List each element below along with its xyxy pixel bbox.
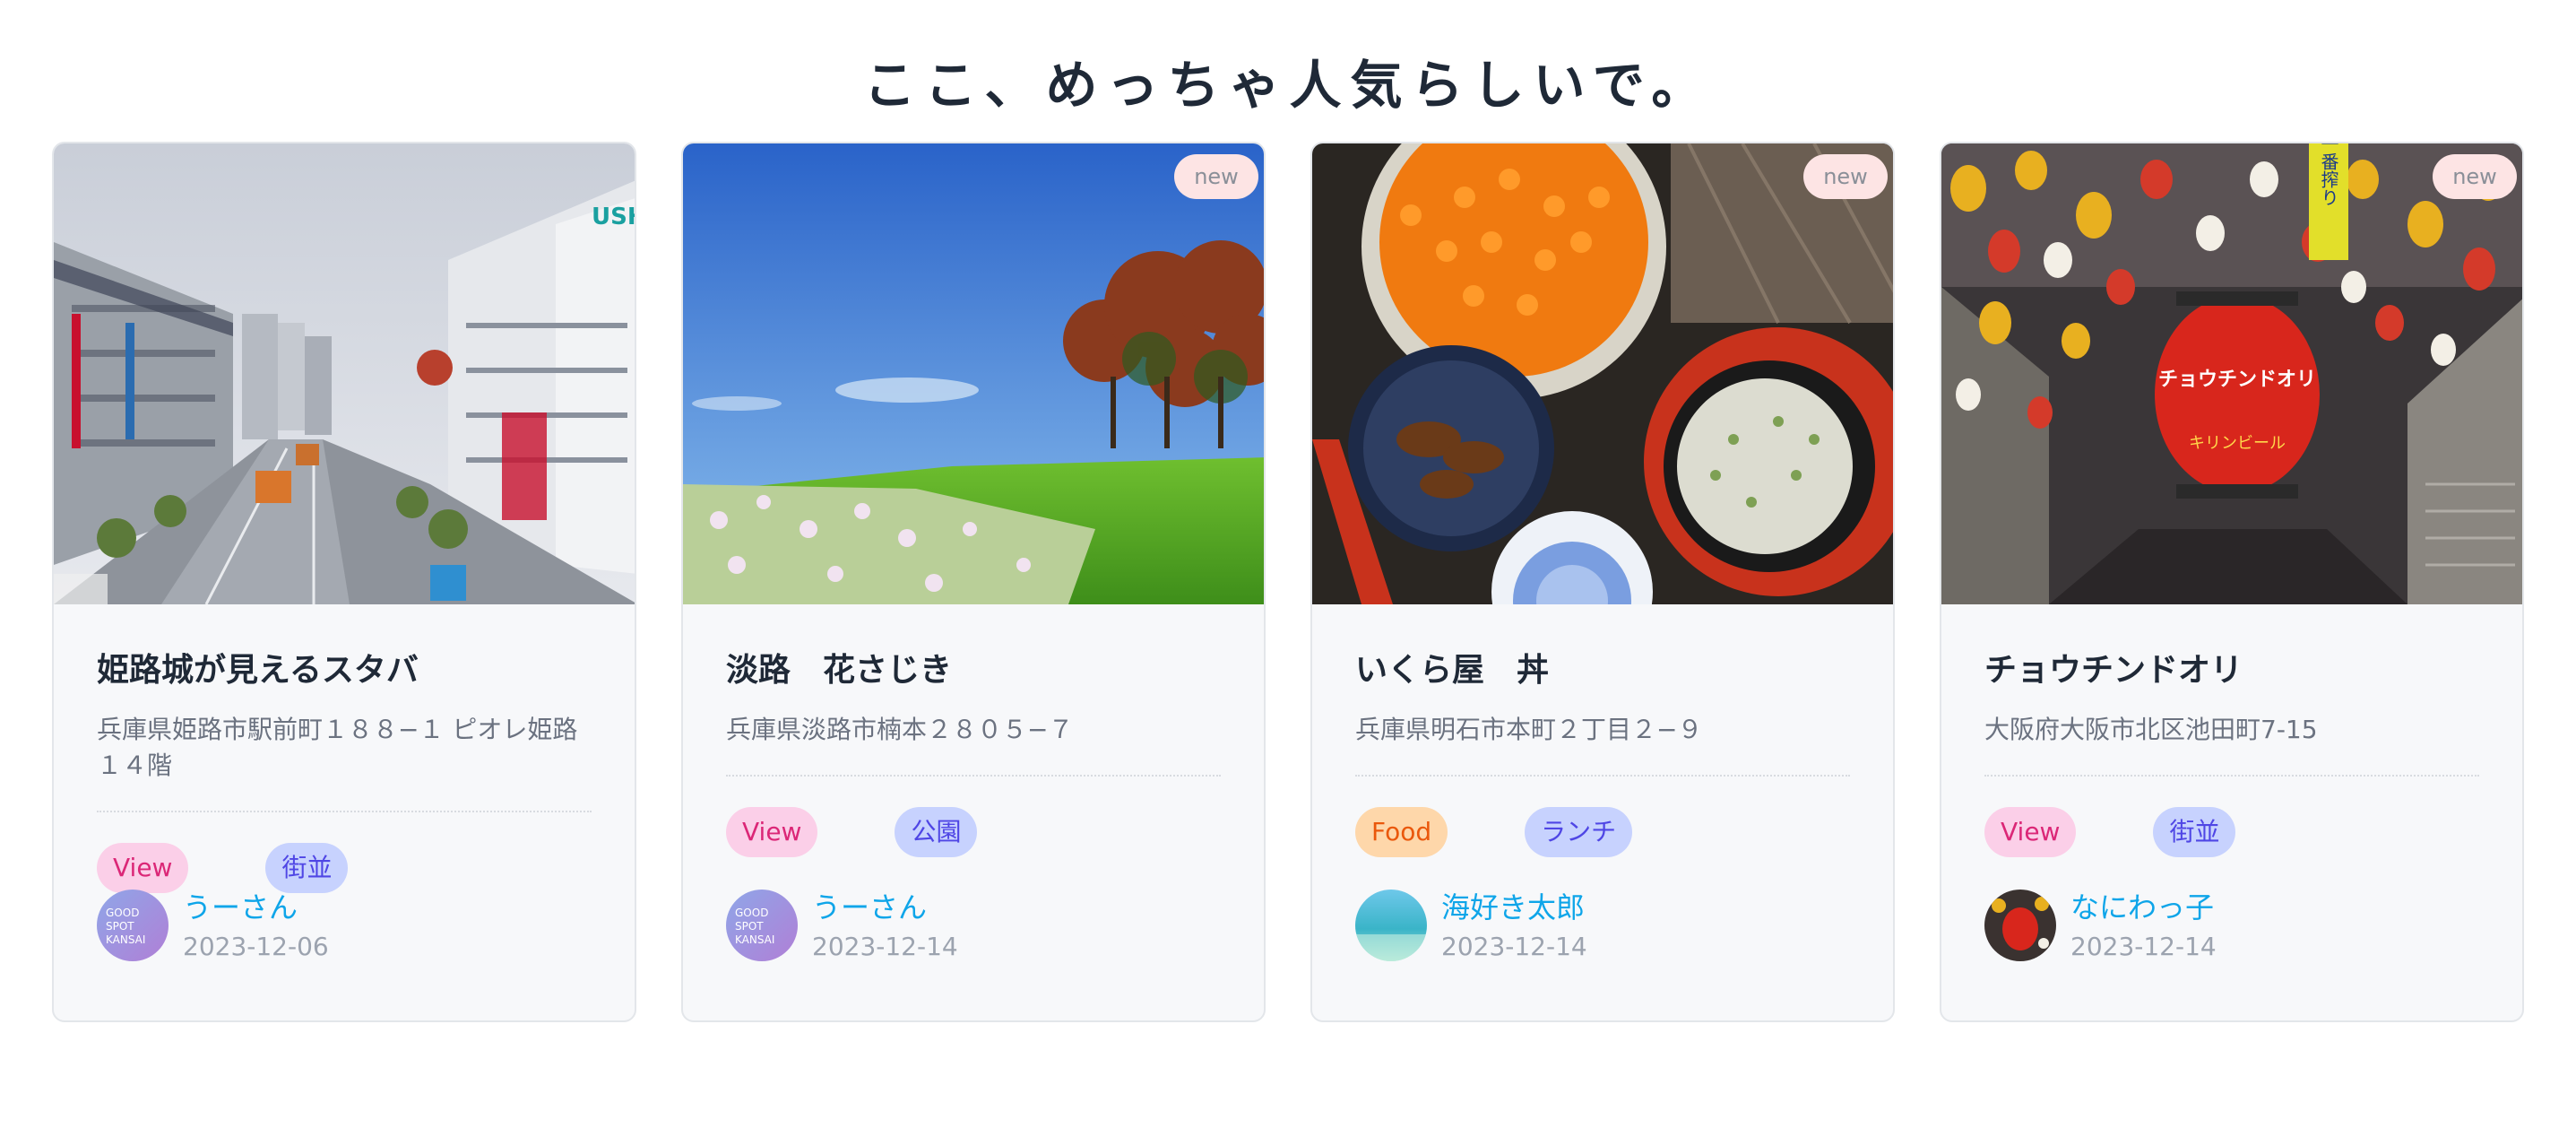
lantern-avatar: [1984, 890, 2056, 961]
spot-address: 兵庫県淡路市楠本２８０５−７: [726, 715, 1074, 744]
new-badge: new: [1174, 154, 1258, 199]
svg-text:SPOT: SPOT: [735, 920, 764, 933]
spot-card[interactable]: 一番搾り チョウチンドオリ キリンビール new チョウチンドオリ 大阪府大阪市…: [1940, 142, 2524, 1022]
awaji-flower-field-photo: [683, 143, 1264, 604]
svg-text:チョウチンドオリ: チョウチンドオリ: [2158, 369, 2316, 391]
tag-view[interactable]: View: [97, 843, 189, 893]
divider: [1984, 775, 2479, 777]
tag-view[interactable]: View: [726, 807, 818, 857]
spot-card[interactable]: USH: [52, 142, 636, 1022]
spot-card[interactable]: new 淡路 花さじき 兵庫県淡路市楠本２８０５−７ View 公園 GOOD …: [681, 142, 1266, 1022]
avatar[interactable]: [1984, 890, 2056, 961]
spot-card-list: USH: [52, 142, 2524, 1022]
spot-photo[interactable]: new: [1312, 143, 1893, 604]
spot-address: 兵庫県明石市本町２丁目２−９: [1355, 715, 1703, 744]
lantern-street-photo: 一番搾り チョウチンドオリ キリンビール: [1941, 143, 2522, 604]
divider: [1355, 775, 1850, 777]
author: なにわっ子 2023-12-14: [1984, 890, 2479, 963]
author-name[interactable]: うーさん: [183, 890, 329, 925]
tag-category[interactable]: 公園: [895, 807, 978, 857]
spot-address: 兵庫県姫路市駅前町１８８−１ ピオレ姫路 １４階: [97, 715, 578, 780]
post-date: 2023-12-14: [2070, 932, 2217, 961]
svg-text:キリンビール: キリンビール: [2189, 434, 2286, 453]
post-date: 2023-12-06: [183, 932, 329, 961]
tag-view[interactable]: View: [1984, 807, 2077, 857]
svg-text:GOOD: GOOD: [735, 907, 768, 919]
author: 海好き太郎 2023-12-14: [1355, 890, 1850, 963]
spot-photo[interactable]: 一番搾り チョウチンドオリ キリンビール new: [1941, 143, 2522, 604]
new-badge: new: [1803, 154, 1888, 199]
spot-card[interactable]: new いくら屋 丼 兵庫県明石市本町２丁目２−９ Food ランチ 海好き太郎…: [1310, 142, 1895, 1022]
tag-list: Food ランチ: [1355, 807, 1850, 857]
tag-list: View 街並: [1984, 807, 2479, 857]
good-spot-kansai-logo: GOOD SPOT KANSAI: [97, 890, 169, 961]
author: GOOD SPOT KANSAI うーさん 2023-12-14: [726, 890, 1221, 963]
divider: [726, 775, 1221, 777]
author-name[interactable]: 海好き太郎: [1441, 890, 1587, 925]
author: GOOD SPOT KANSAI うーさん 2023-12-06: [97, 890, 592, 963]
page-title: ここ、めっちゃ人気らしいで。: [863, 55, 1713, 116]
himeji-street-photo: USH: [54, 143, 636, 604]
spot-photo[interactable]: new: [683, 143, 1264, 604]
ikura-don-photo: [1312, 143, 1893, 604]
svg-text:USH: USH: [592, 204, 636, 230]
new-badge: new: [2433, 154, 2517, 199]
spot-photo[interactable]: USH: [54, 143, 636, 604]
svg-text:KANSAI: KANSAI: [106, 933, 145, 946]
svg-text:SPOT: SPOT: [106, 920, 134, 933]
post-date: 2023-12-14: [1441, 932, 1587, 961]
svg-text:GOOD: GOOD: [106, 907, 139, 919]
divider: [97, 811, 592, 812]
spot-name[interactable]: 淡路 花さじき: [726, 649, 1221, 692]
spot-address: 大阪府大阪市北区池田町7-15: [1984, 715, 2318, 744]
tag-list: View 公園: [726, 807, 1221, 857]
author-name[interactable]: なにわっ子: [2070, 890, 2217, 925]
author-name[interactable]: うーさん: [812, 890, 958, 925]
spot-name[interactable]: 姫路城が見えるスタバ: [97, 649, 592, 692]
tag-food[interactable]: Food: [1355, 807, 1448, 857]
svg-text:KANSAI: KANSAI: [735, 933, 774, 946]
good-spot-kansai-logo: GOOD SPOT KANSAI: [726, 890, 798, 961]
tag-category[interactable]: 街並: [2153, 807, 2236, 857]
avatar[interactable]: GOOD SPOT KANSAI: [726, 890, 798, 961]
tag-category[interactable]: 街並: [265, 843, 349, 893]
avatar[interactable]: GOOD SPOT KANSAI: [97, 890, 169, 961]
spot-name[interactable]: いくら屋 丼: [1355, 649, 1850, 692]
avatar[interactable]: [1355, 890, 1427, 961]
svg-text:一番搾り: 一番搾り: [2318, 143, 2339, 206]
spot-name[interactable]: チョウチンドオリ: [1984, 649, 2479, 692]
post-date: 2023-12-14: [812, 932, 958, 961]
tag-category[interactable]: ランチ: [1525, 807, 1633, 857]
sea-avatar: [1355, 890, 1427, 961]
tag-list: View 街並: [97, 843, 592, 893]
